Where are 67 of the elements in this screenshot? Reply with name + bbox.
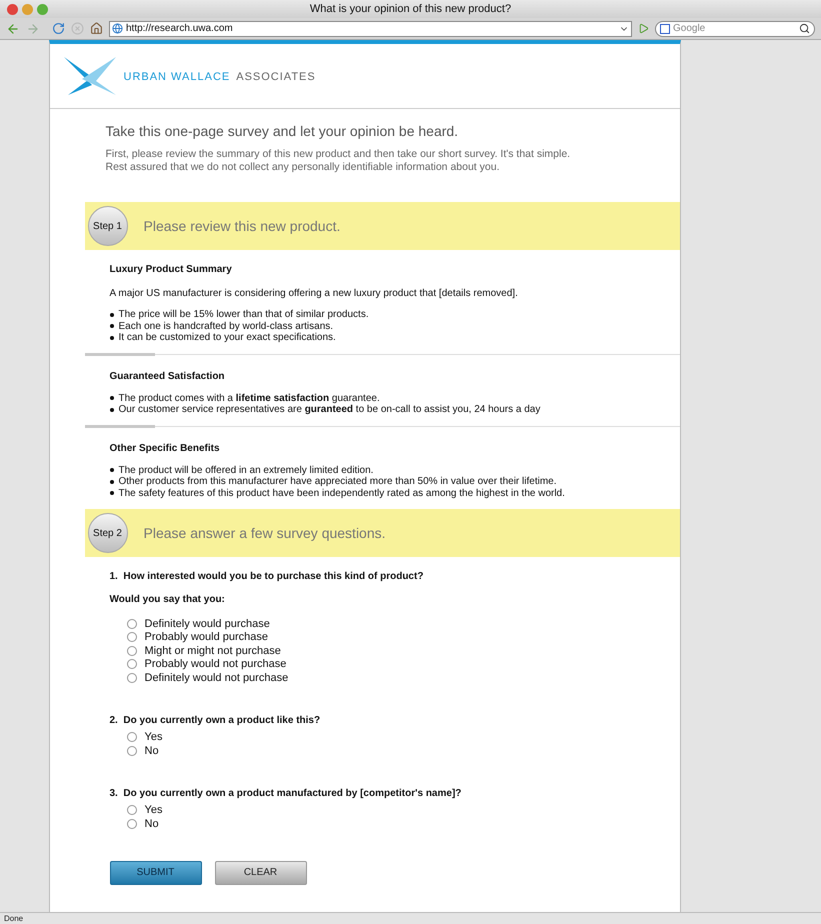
bullet-text: The product comes with a lifetime satisfaction guarantee. xyxy=(118,392,380,404)
bullet-icon xyxy=(110,312,114,317)
forward-icon[interactable] xyxy=(26,22,40,36)
bullet-icon xyxy=(110,336,114,340)
url-text: http://research.uwa.com xyxy=(126,22,234,36)
radio-button[interactable] xyxy=(126,672,136,683)
option-label: No xyxy=(144,816,159,832)
bullet-icon xyxy=(110,324,114,328)
address-field[interactable]: http://research.uwa.com xyxy=(109,20,632,36)
question-text: 1. How interested would you be to purchase this kind of product? xyxy=(110,570,424,584)
search-placeholder: Google xyxy=(673,22,706,36)
option-label: No xyxy=(144,744,159,758)
option-label: Probably would purchase xyxy=(144,630,268,645)
bullet-text: Other products from this manufacturer have appreciated more than 50% in value over their lifetime. xyxy=(118,476,556,488)
search-icon[interactable] xyxy=(799,23,810,34)
search-field[interactable]: Google xyxy=(655,20,815,36)
option-label: Yes xyxy=(144,730,162,745)
step-title: Please answer a few survey questions. xyxy=(144,524,386,543)
option-label: Yes xyxy=(144,803,162,818)
step-badge: Step 1 xyxy=(88,206,128,246)
intro-text: First, please review the summary of this new product and then take our short survey. It's that simple. Rest assured that we do not collect any personally identifiable information about you. xyxy=(106,148,572,174)
bullet-icon xyxy=(110,408,114,412)
bullet-icon xyxy=(110,468,114,472)
question-prompt: Would you say that you: xyxy=(110,593,226,607)
bullet-text: Each one is handcrafted by world-class artisans. xyxy=(118,320,334,332)
search-engine-icon xyxy=(660,24,670,34)
option-label: Probably would not purchase xyxy=(144,657,286,672)
radio-button[interactable] xyxy=(126,659,136,670)
option-label: Might or might not purchase xyxy=(144,644,281,658)
option-label: Definitely would not purchase xyxy=(144,670,288,686)
radio-button[interactable] xyxy=(126,746,136,756)
section-heading: Guaranteed Satisfaction xyxy=(110,370,226,384)
step-badge: Step 2 xyxy=(88,513,128,553)
brand-name: URBAN WALLACE xyxy=(124,70,230,85)
bullet-icon xyxy=(110,480,114,484)
bullet-icon xyxy=(110,396,114,400)
radio-button[interactable] xyxy=(126,818,136,829)
bullet-text: The safety features of this product have been independently rated as among the highest in the world. xyxy=(118,486,565,501)
radio-button[interactable] xyxy=(126,732,136,742)
clear-button[interactable]: CLEAR xyxy=(214,860,306,884)
question-text: 2. Do you currently own a product like this? xyxy=(110,714,322,728)
bullet-text: Our customer service representatives are guranteed to be on-call to assist you, 24 hours a day xyxy=(118,404,540,418)
step-title: Please review this new product. xyxy=(144,216,340,236)
radio-button[interactable] xyxy=(126,646,136,656)
bullet-text: It can be customized to your exact specifications. xyxy=(118,332,336,346)
status-text: Done xyxy=(4,912,24,924)
back-icon[interactable] xyxy=(6,22,20,36)
globe-icon xyxy=(112,23,123,34)
radio-button[interactable] xyxy=(126,805,136,816)
intro-heading: Take this one-page survey and let your opinion be heard. xyxy=(106,122,460,141)
window-controls-drawing[interactable] xyxy=(7,4,48,14)
radio-button[interactable] xyxy=(126,618,136,629)
go-icon[interactable] xyxy=(638,23,649,34)
section-text: A major US manufacturer is considering offering a new luxury product that [details removed]. xyxy=(110,287,519,301)
window-title: What is your opinion of this new product? xyxy=(308,2,512,17)
bullet-icon xyxy=(110,491,114,496)
question-text: 3. Do you currently own a product manufactured by [competitor's name]? xyxy=(110,786,462,800)
bullet-text: The product will be offered in an extremely limited edition. xyxy=(118,464,374,476)
brand-suffix: ASSOCIATES xyxy=(236,70,316,85)
section-heading: Other Specific Benefits xyxy=(110,442,221,456)
option-label: Definitely would purchase xyxy=(144,616,270,632)
section-heading: Luxury Product Summary xyxy=(110,263,233,277)
radio-button[interactable] xyxy=(126,632,136,642)
submit-button[interactable]: SUBMIT xyxy=(110,860,202,884)
home-icon[interactable] xyxy=(90,22,103,35)
bullet-text: The price will be 15% lower than that of similar products. xyxy=(118,308,369,322)
reload-icon[interactable] xyxy=(52,22,65,35)
